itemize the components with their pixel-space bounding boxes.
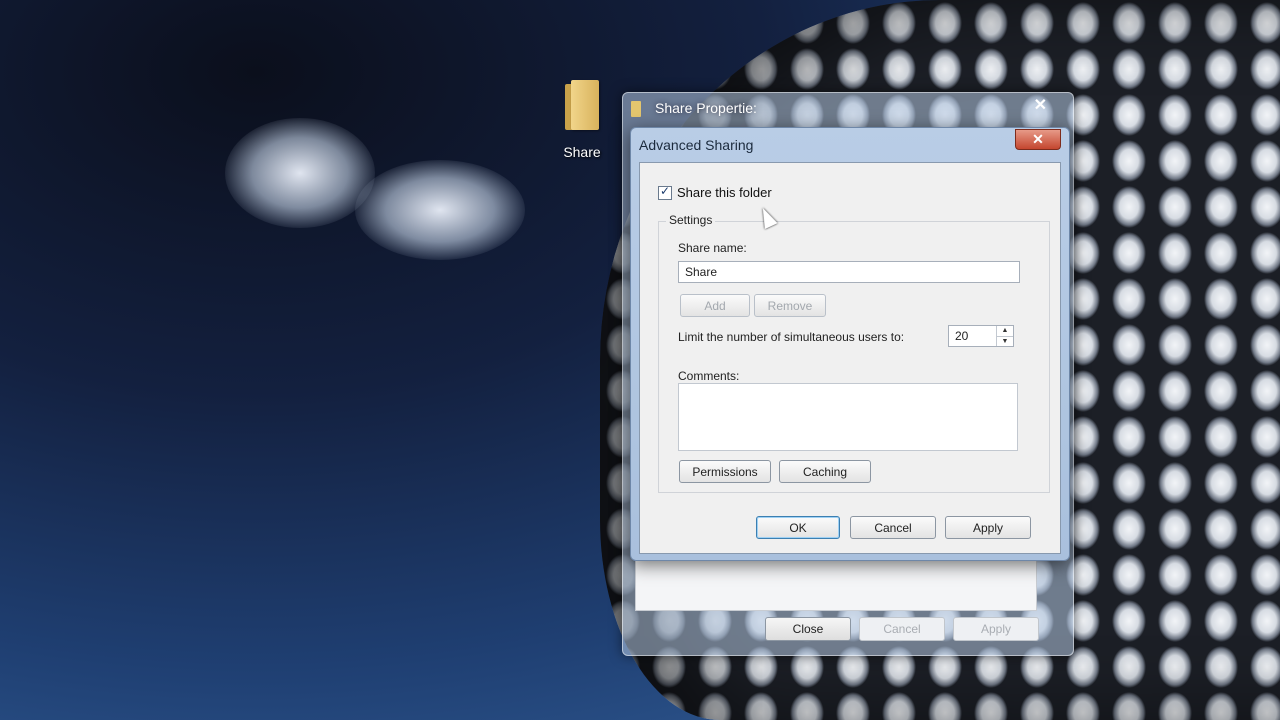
advanced-sharing-dialog: Advanced Sharing ✕ Share this folder Set… xyxy=(630,127,1070,561)
apply-button[interactable]: Apply xyxy=(945,516,1031,539)
close-icon[interactable]: ✕ xyxy=(1034,95,1047,115)
arrow-up-icon[interactable]: ▲ xyxy=(997,326,1013,337)
close-button[interactable]: Close xyxy=(765,617,851,641)
title-bar[interactable]: Share Propertie: ✕ xyxy=(623,93,1073,125)
user-limit-value[interactable]: 20 xyxy=(955,329,968,343)
cloud-decoration xyxy=(225,118,375,228)
dialog-title: Advanced Sharing xyxy=(639,137,754,153)
share-name-label: Share name: xyxy=(678,241,747,255)
apply-button[interactable]: Apply xyxy=(953,617,1039,641)
properties-panel xyxy=(635,559,1037,611)
folder-icon xyxy=(563,80,601,130)
share-folder-checkbox[interactable]: Share this folder xyxy=(658,184,772,200)
caching-button[interactable]: Caching xyxy=(779,460,871,483)
limit-users-label: Limit the number of simultaneous users t… xyxy=(678,330,905,344)
cloud-decoration xyxy=(355,160,525,260)
add-button[interactable]: Add xyxy=(680,294,750,317)
folder-icon xyxy=(631,101,641,117)
settings-legend: Settings xyxy=(666,213,716,227)
ok-button[interactable]: OK xyxy=(756,516,840,539)
arrow-down-icon[interactable]: ▼ xyxy=(997,337,1013,347)
remove-button[interactable]: Remove xyxy=(754,294,826,317)
window-title: Share Propertie: xyxy=(655,100,757,116)
dialog-client-area: Share this folder Settings Share name: S… xyxy=(639,162,1061,554)
comments-textarea[interactable] xyxy=(678,383,1018,451)
desktop-icon-label: Share xyxy=(563,144,601,160)
user-limit-spinner[interactable]: 20 ▲ ▼ xyxy=(948,325,1014,347)
permissions-button[interactable]: Permissions xyxy=(679,460,771,483)
share-name-input[interactable]: Share xyxy=(678,261,1020,283)
close-icon[interactable]: ✕ xyxy=(1015,129,1061,150)
cancel-button[interactable]: Cancel xyxy=(859,617,945,641)
share-folder-label: Share this folder xyxy=(677,185,772,200)
spinner-arrows[interactable]: ▲ ▼ xyxy=(996,326,1013,346)
desktop-folder-share[interactable]: Share xyxy=(548,80,616,160)
comments-label: Comments: xyxy=(678,369,740,383)
cancel-button[interactable]: Cancel xyxy=(850,516,936,539)
checkmark-icon[interactable] xyxy=(658,184,672,200)
